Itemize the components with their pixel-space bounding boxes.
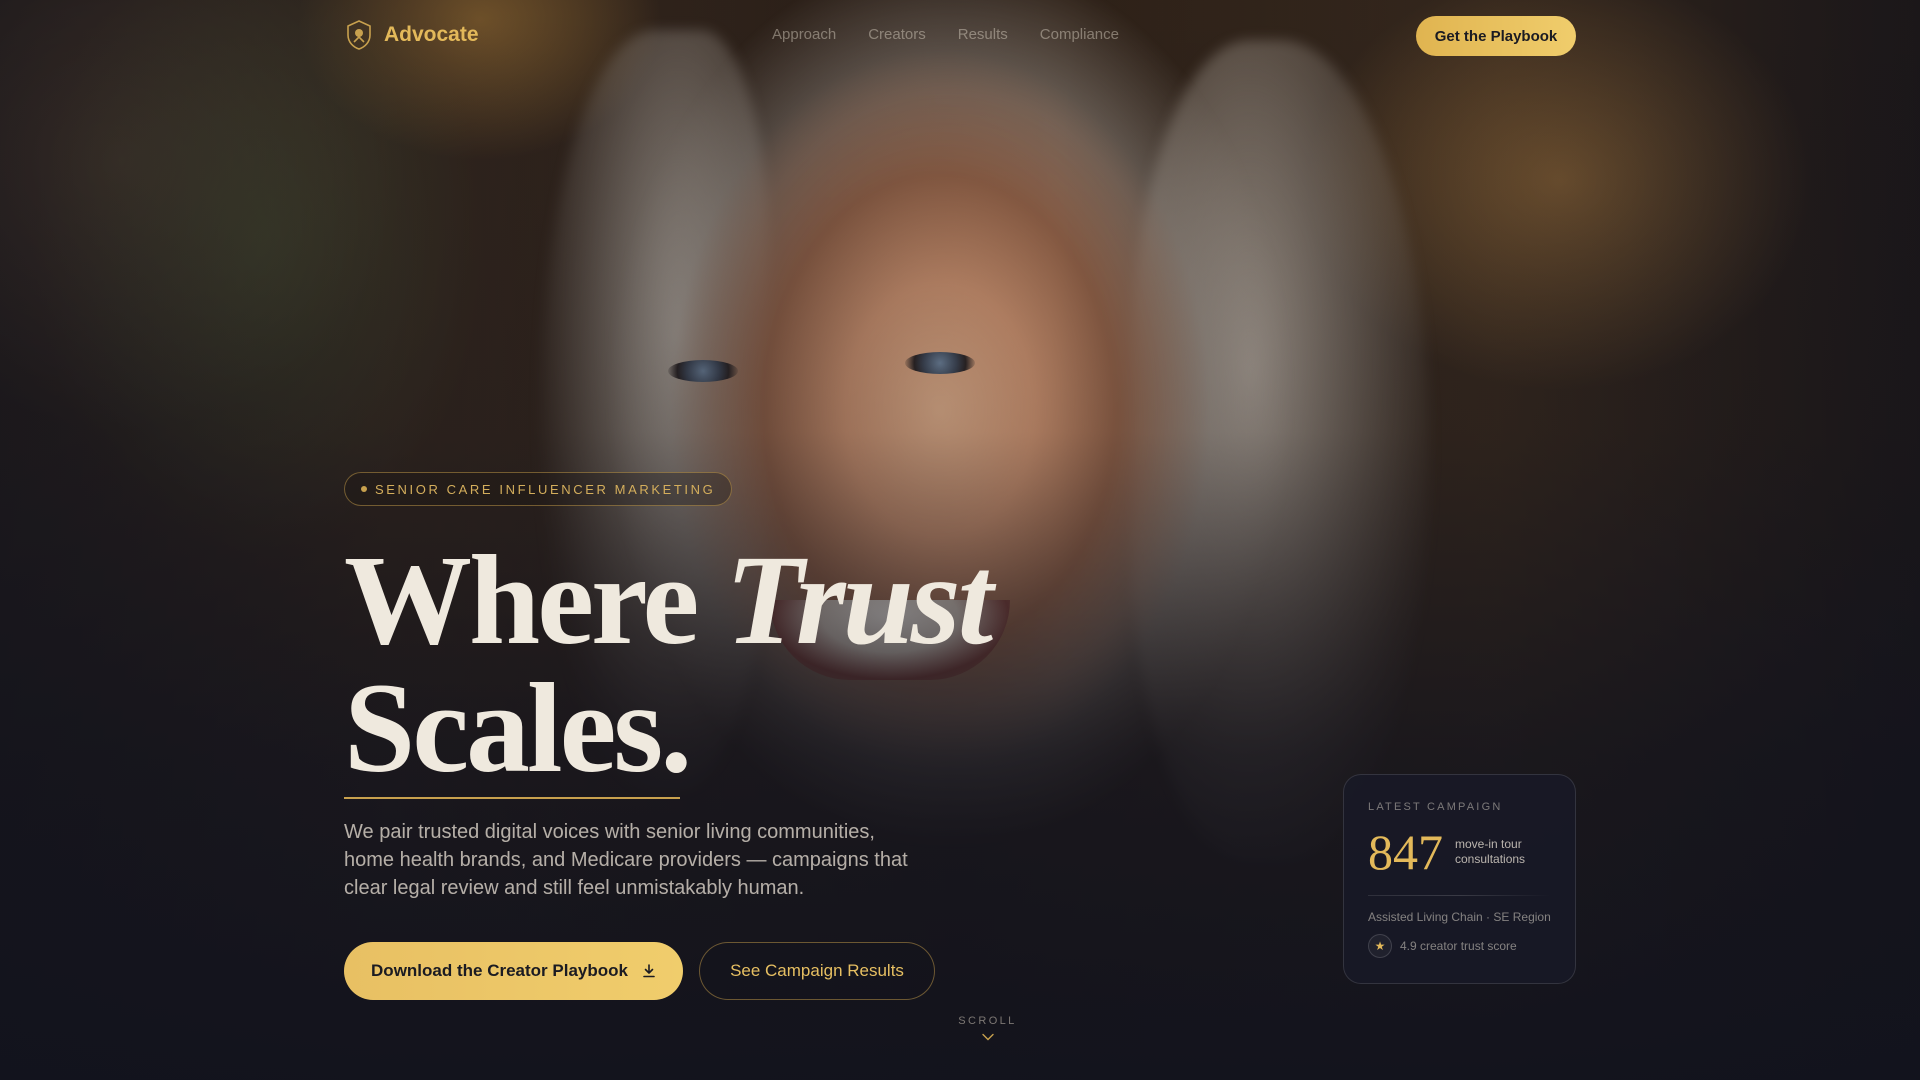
headline-line-2: Scales. [344, 657, 692, 799]
brand-name: Advocate [384, 23, 479, 46]
category-badge: SENIOR CARE INFLUENCER MARKETING [344, 472, 733, 506]
card-client: Assisted Living Chain · SE Region [1368, 910, 1551, 924]
nav-link-approach[interactable]: Approach [772, 26, 836, 43]
latest-campaign-card: LATEST CAMPAIGN 847 move-in tour consult… [1343, 774, 1576, 984]
hero-lead: We pair trusted digital voices with seni… [344, 821, 908, 899]
brand-logo[interactable]: Advocate [346, 20, 479, 50]
card-score-text: 4.9 creator trust score [1400, 939, 1517, 953]
download-icon [643, 964, 655, 978]
headline-part-1: Where [344, 529, 726, 671]
hero-headline: Where Trust Scales. [344, 536, 993, 799]
card-label: LATEST CAMPAIGN [1368, 801, 1503, 813]
card-metric-caption: move-in tour consultations [1455, 837, 1526, 866]
scroll-label: SCROLL [958, 1015, 1017, 1027]
nav-link-results[interactable]: Results [958, 26, 1008, 43]
see-campaign-results-button[interactable]: See Campaign Results [699, 942, 935, 1000]
card-divider [1368, 895, 1551, 896]
shield-crest-icon [347, 20, 371, 50]
nav-links: Approach Creators Results Compliance [772, 26, 1119, 43]
nav-link-compliance[interactable]: Compliance [1040, 26, 1119, 43]
badge-label: SENIOR CARE INFLUENCER MARKETING [375, 481, 716, 497]
get-playbook-button[interactable]: Get the Playbook [1416, 16, 1576, 56]
headline-line-1: Where Trust [344, 536, 993, 664]
top-nav: Advocate Approach Creators Results Compl… [0, 0, 1920, 72]
download-playbook-button[interactable]: Download the Creator Playbook [344, 942, 683, 1000]
scroll-indicator[interactable]: SCROLL [940, 1015, 1035, 1046]
card-metric-number: 847 [1368, 824, 1443, 880]
badge-dot-icon [361, 486, 367, 492]
star-icon: ★ [1368, 934, 1392, 958]
download-playbook-label: Download the Creator Playbook [371, 961, 628, 980]
headline-emphasis: Trust [725, 529, 993, 671]
card-metric-row: 847 move-in tour consultations [1368, 827, 1551, 877]
headline-underline [344, 797, 680, 799]
chevron-down-icon [981, 1033, 994, 1041]
nav-link-creators[interactable]: Creators [868, 26, 926, 43]
card-score-row: ★ 4.9 creator trust score [1368, 934, 1551, 958]
